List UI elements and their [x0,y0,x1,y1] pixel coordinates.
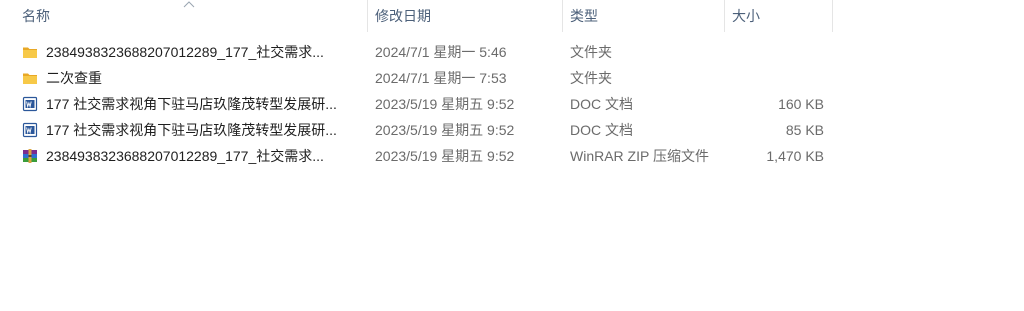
column-header-bar: 名称 修改日期 类型 大小 [0,0,1024,32]
file-size [728,39,824,65]
file-type: DOC 文档 [570,122,633,138]
file-name: 177 社交需求视角下驻马店玖隆茂转型发展研... [46,96,337,112]
file-size: 1,470 KB [766,148,824,164]
file-row[interactable]: 177 社交需求视角下驻马店玖隆茂转型发展研... 2023/5/19 星期五 … [14,117,834,143]
file-type: 文件夹 [570,44,612,60]
file-date: 2023/5/19 星期五 9:52 [375,96,515,112]
file-row[interactable]: 2384938323688207012289_177_社交需求... 2023/… [14,143,834,169]
file-name: 2384938323688207012289_177_社交需求... [46,148,324,164]
file-type: 文件夹 [570,70,612,86]
file-row[interactable]: 177 社交需求视角下驻马店玖隆茂转型发展研... 2023/5/19 星期五 … [14,91,834,117]
file-size: 160 KB [778,96,824,112]
file-size: 85 KB [785,122,824,138]
file-date: 2024/7/1 星期一 7:53 [375,70,507,86]
column-header-type[interactable]: 类型 [570,0,720,32]
file-name: 二次查重 [46,70,102,86]
folder-icon [23,73,37,84]
winrar-archive-icon [23,149,37,163]
word-doc-icon [22,96,38,112]
column-header-size[interactable]: 大小 [732,0,827,32]
file-name: 177 社交需求视角下驻马店玖隆茂转型发展研... [46,122,337,138]
column-divider[interactable] [367,0,368,32]
file-type: WinRAR ZIP 压缩文件 [570,148,709,164]
column-header-name[interactable]: 名称 [22,0,362,32]
file-type: DOC 文档 [570,96,633,112]
folder-icon [23,47,37,58]
column-divider[interactable] [562,0,563,32]
word-doc-icon [22,122,38,138]
file-date: 2023/5/19 星期五 9:52 [375,148,515,164]
column-header-date[interactable]: 修改日期 [375,0,555,32]
column-divider[interactable] [724,0,725,32]
file-row[interactable]: 二次查重 2024/7/1 星期一 7:53 文件夹 [14,65,834,91]
file-date: 2024/7/1 星期一 5:46 [375,44,507,60]
file-name: 2384938323688207012289_177_社交需求... [46,44,324,60]
column-divider[interactable] [832,0,833,32]
file-date: 2023/5/19 星期五 9:52 [375,122,515,138]
file-row[interactable]: 2384938323688207012289_177_社交需求... 2024/… [14,39,834,65]
file-size [728,65,824,91]
